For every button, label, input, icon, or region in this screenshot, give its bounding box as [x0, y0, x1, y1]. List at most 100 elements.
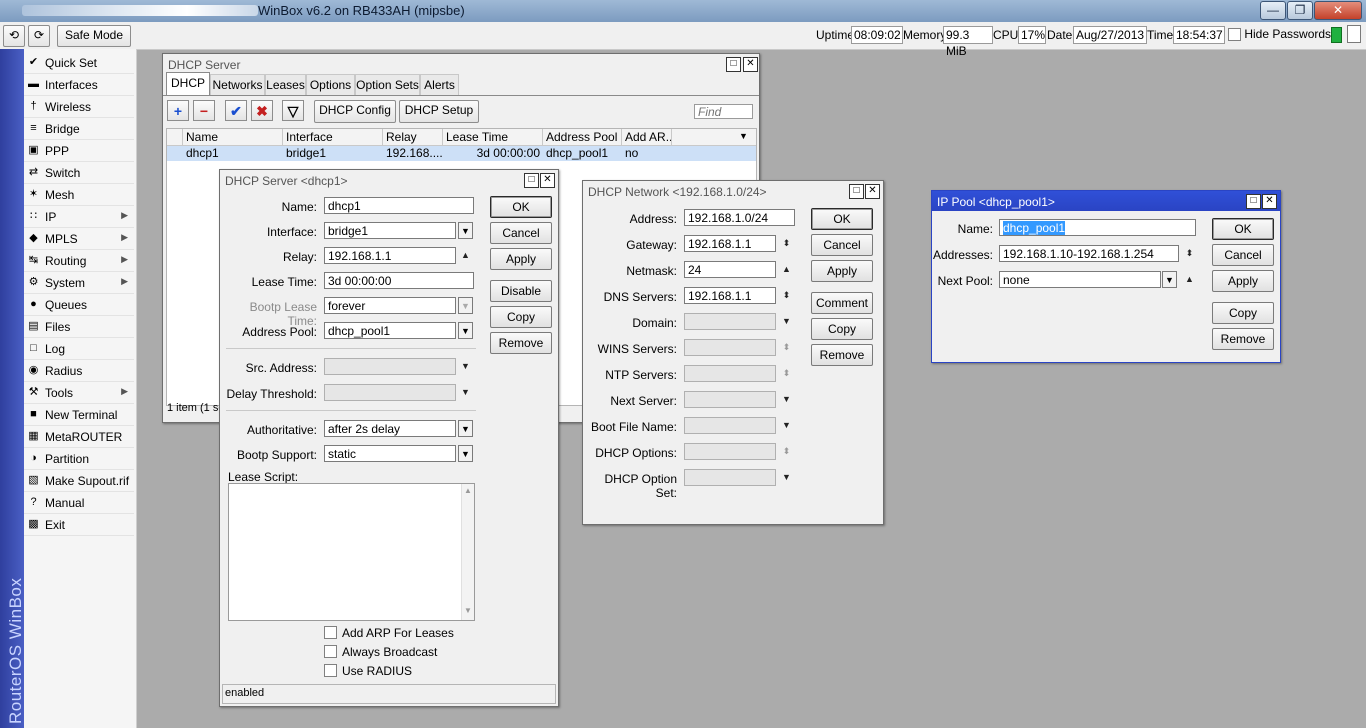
sidebar-item-routing[interactable]: ↹ Routing ▶: [24, 250, 134, 272]
ok-button[interactable]: OK: [1212, 218, 1274, 240]
addresses-field[interactable]: 192.168.1.10-192.168.1.254: [999, 245, 1179, 262]
sidebar-item-new-terminal[interactable]: ■ New Terminal: [24, 404, 134, 426]
boot-file-expand-icon[interactable]: ▼: [779, 418, 794, 433]
tab-dhcp[interactable]: DHCP: [166, 72, 210, 96]
sidebar-item-interfaces[interactable]: ▬ Interfaces: [24, 74, 134, 96]
sidebar-item-switch[interactable]: ⇄ Switch: [24, 162, 134, 184]
close-icon[interactable]: ✕: [1262, 194, 1277, 209]
use-radius-checkbox[interactable]: [324, 664, 337, 677]
sidebar-item-manual[interactable]: ? Manual: [24, 492, 134, 514]
sidebar-item-quick-set[interactable]: ✔ Quick Set: [24, 52, 134, 74]
relay-collapse-icon[interactable]: ▲: [458, 248, 473, 263]
redo-button[interactable]: ⟳: [28, 25, 50, 47]
maximize-icon[interactable]: □: [726, 57, 741, 72]
domain-expand-icon[interactable]: ▼: [779, 314, 794, 329]
sidebar-item-tools[interactable]: ⚒ Tools ▶: [24, 382, 134, 404]
pool-name-field[interactable]: dhcp_pool1: [999, 219, 1196, 236]
scroll-down-icon[interactable]: ▼: [464, 606, 472, 615]
close-icon[interactable]: ✕: [743, 57, 758, 72]
address-pool-dropdown-icon[interactable]: ▼: [458, 322, 473, 339]
dhcp-option-set-expand-icon[interactable]: ▼: [779, 470, 794, 485]
hide-passwords-control[interactable]: Hide Passwords: [1228, 27, 1331, 42]
sidebar-item-mpls[interactable]: ◆ MPLS ▶: [24, 228, 134, 250]
next-pool-dropdown-icon[interactable]: ▼: [1162, 271, 1177, 288]
sidebar-item-bridge[interactable]: ≡ Bridge: [24, 118, 134, 140]
sidebar-item-wireless[interactable]: † Wireless: [24, 96, 134, 118]
tab-options[interactable]: Options: [306, 74, 355, 95]
interface-dropdown-icon[interactable]: ▼: [458, 222, 473, 239]
resize-handle[interactable]: [1347, 25, 1361, 43]
column-header-relay[interactable]: Relay: [383, 129, 443, 145]
column-header-address-pool[interactable]: Address Pool: [543, 129, 622, 145]
remove-button[interactable]: Remove: [1212, 328, 1274, 350]
sidebar-item-log[interactable]: □ Log: [24, 338, 134, 360]
remove-button[interactable]: Remove: [490, 332, 552, 354]
close-window-icon[interactable]: ✕: [1314, 1, 1362, 20]
copy-button[interactable]: Copy: [490, 306, 552, 328]
remove-icon[interactable]: −: [193, 100, 215, 121]
remove-button[interactable]: Remove: [811, 344, 873, 366]
column-header-lease-time[interactable]: Lease Time: [443, 129, 543, 145]
bootp-lease-time-field[interactable]: forever: [324, 297, 456, 314]
sidebar-item-files[interactable]: ▤ Files: [24, 316, 134, 338]
dhcp-options-updown-icon[interactable]: ⬍: [779, 444, 794, 459]
cancel-button[interactable]: Cancel: [490, 222, 552, 244]
name-field[interactable]: dhcp1: [324, 197, 474, 214]
netmask-field[interactable]: 24: [684, 261, 776, 278]
dhcp-config-button[interactable]: DHCP Config: [314, 100, 396, 123]
wins-updown-icon[interactable]: ⬍: [779, 340, 794, 355]
wins-servers-field[interactable]: [684, 339, 776, 356]
ok-button[interactable]: OK: [490, 196, 552, 218]
sidebar-item-ip[interactable]: ∷ IP ▶: [24, 206, 134, 228]
safe-mode-button[interactable]: Safe Mode: [57, 25, 131, 47]
gateway-updown-icon[interactable]: ⬍: [779, 236, 794, 251]
gateway-field[interactable]: 192.168.1.1: [684, 235, 776, 252]
column-header-name[interactable]: Name: [183, 129, 283, 145]
address-field[interactable]: 192.168.1.0/24: [684, 209, 795, 226]
lease-script-scrollbar[interactable]: ▲ ▼: [461, 484, 474, 620]
column-header-interface[interactable]: Interface: [283, 129, 383, 145]
disable-icon[interactable]: ✖: [251, 100, 273, 121]
scroll-up-icon[interactable]: ▲: [464, 486, 472, 495]
dhcp-options-field[interactable]: [684, 443, 776, 460]
interface-select[interactable]: bridge1: [324, 222, 456, 239]
add-arp-checkbox[interactable]: [324, 626, 337, 639]
dhcp-server-edit-title[interactable]: DHCP Server <dhcp1> □ ✕: [220, 170, 558, 190]
ip-pool-edit-title[interactable]: IP Pool <dhcp_pool1> □ ✕: [932, 191, 1280, 211]
enable-icon[interactable]: ✔: [225, 100, 247, 121]
dhcp-network-edit-title[interactable]: DHCP Network <192.168.1.0/24> □ ✕: [583, 181, 883, 201]
netmask-collapse-icon[interactable]: ▲: [779, 262, 794, 277]
close-icon[interactable]: ✕: [865, 184, 880, 199]
apply-button[interactable]: Apply: [811, 260, 873, 282]
authoritative-select[interactable]: after 2s delay: [324, 420, 456, 437]
filter-icon[interactable]: ▽: [282, 100, 304, 121]
minimize-icon[interactable]: —: [1260, 1, 1286, 20]
delay-threshold-expand-icon[interactable]: ▼: [458, 385, 473, 400]
sidebar-item-mesh[interactable]: ✶ Mesh: [24, 184, 134, 206]
domain-field[interactable]: [684, 313, 776, 330]
next-pool-collapse-icon[interactable]: ▲: [1182, 272, 1197, 287]
cancel-button[interactable]: Cancel: [811, 234, 873, 256]
boot-file-name-field[interactable]: [684, 417, 776, 434]
always-broadcast-checkbox[interactable]: [324, 645, 337, 658]
add-icon[interactable]: +: [167, 100, 189, 121]
apply-button[interactable]: Apply: [490, 248, 552, 270]
sidebar-item-queues[interactable]: ● Queues: [24, 294, 134, 316]
dhcp-setup-button[interactable]: DHCP Setup: [399, 100, 479, 123]
sidebar-item-radius[interactable]: ◉ Radius: [24, 360, 134, 382]
tab-option-sets[interactable]: Option Sets: [355, 74, 420, 95]
sidebar-item-partition[interactable]: ◑ Partition: [24, 448, 134, 470]
disable-button[interactable]: Disable: [490, 280, 552, 302]
bootp-support-dropdown-icon[interactable]: ▼: [458, 445, 473, 462]
sidebar-item-system[interactable]: ⚙ System ▶: [24, 272, 134, 294]
sidebar-item-make-supout-rif[interactable]: ▧ Make Supout.rif: [24, 470, 134, 492]
copy-button[interactable]: Copy: [811, 318, 873, 340]
lease-script-textarea[interactable]: ▲ ▼: [228, 483, 475, 621]
lease-time-field[interactable]: 3d 00:00:00: [324, 272, 474, 289]
addresses-updown-icon[interactable]: ⬍: [1182, 246, 1197, 261]
tab-networks[interactable]: Networks: [210, 74, 265, 95]
maximize-icon[interactable]: □: [1246, 194, 1261, 209]
ntp-servers-field[interactable]: [684, 365, 776, 382]
cancel-button[interactable]: Cancel: [1212, 244, 1274, 266]
next-server-expand-icon[interactable]: ▼: [779, 392, 794, 407]
